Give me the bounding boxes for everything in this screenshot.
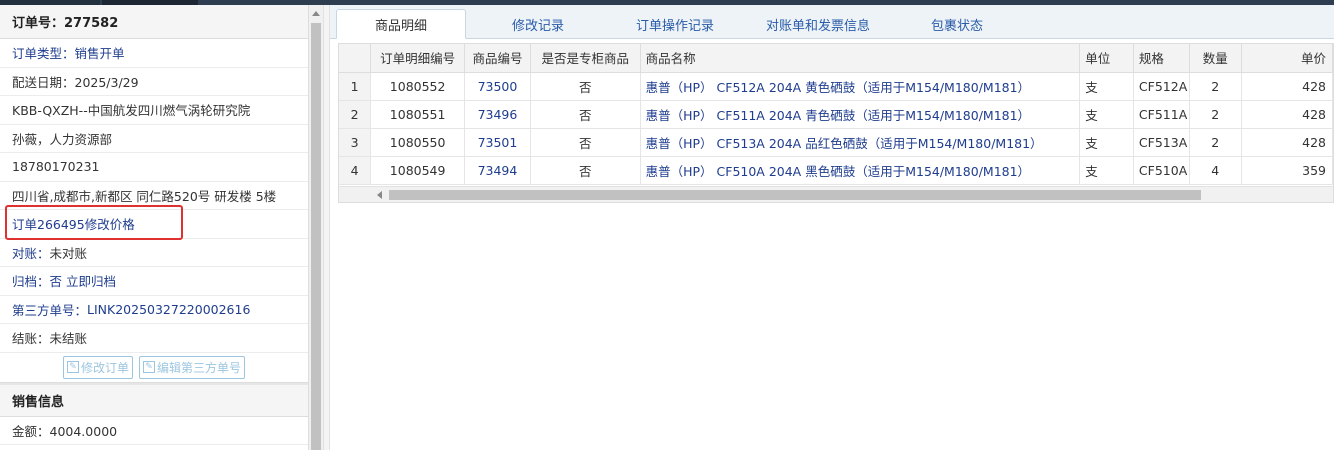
unit: 支 xyxy=(1079,128,1134,157)
quantity: 2 xyxy=(1189,128,1242,157)
quantity: 2 xyxy=(1189,72,1242,101)
sales-info-title: 销售信息 xyxy=(0,382,308,417)
third-party-label: 第三方单号： xyxy=(12,302,88,318)
order-action-buttons: ✎ 修改订单 ✎ 编辑第三方单号 xyxy=(0,353,308,383)
product-id-link[interactable]: 73501 xyxy=(464,128,531,157)
customer-contact: 孙薇，人力资源部 xyxy=(0,125,308,153)
scroll-thumb[interactable] xyxy=(311,23,321,450)
unit-price: 428 xyxy=(1241,128,1333,157)
third-party-value: LINK20250327220002616 xyxy=(87,301,251,317)
red-highlight-box xyxy=(5,205,183,240)
reconcile-status: 对账： 未对账 xyxy=(0,239,308,267)
counter-item: 否 xyxy=(530,156,641,185)
col-header-index xyxy=(339,44,372,73)
table-row[interactable]: 3 1080550 73501 否 惠普（HP） CF513A 204A 品红色… xyxy=(339,128,1333,157)
table-horizontal-scrollbar[interactable] xyxy=(339,186,1333,202)
detail-id: 1080550 xyxy=(370,128,466,157)
order-info-panel: 订单号：277582 订单类型：销售开单 配送日期：2025/3/29 KBB-… xyxy=(0,5,309,450)
tab-operation-log[interactable]: 订单操作记录 xyxy=(620,9,730,39)
row-index: 1 xyxy=(339,72,372,101)
col-header-spec[interactable]: 规格 xyxy=(1133,44,1190,73)
col-header-counter-item[interactable]: 是否是专柜商品 xyxy=(530,44,641,73)
quantity: 2 xyxy=(1189,100,1242,129)
unit-price: 428 xyxy=(1241,100,1333,129)
reconcile-label: 对账： xyxy=(12,245,50,261)
product-id-link[interactable]: 73500 xyxy=(464,72,531,101)
product-table: 订单明细编号 商品编号 是否是专柜商品 商品名称 单位 规格 数量 单价 1 1… xyxy=(338,43,1334,203)
tab-product-details[interactable]: 商品明细 xyxy=(336,9,466,39)
unit: 支 xyxy=(1079,156,1134,185)
product-name-link[interactable]: 惠普（HP） CF513A 204A 品红色硒鼓（适用于M154/M180/M1… xyxy=(640,128,1081,157)
col-header-detail-id[interactable]: 订单明细编号 xyxy=(370,44,466,73)
table-row[interactable]: 1 1080552 73500 否 惠普（HP） CF512A 204A 黄色硒… xyxy=(339,72,1333,101)
third-party-order: 第三方单号： LINK20250327220002616 xyxy=(0,296,308,324)
spec: CF510A xyxy=(1133,156,1190,185)
row-index: 4 xyxy=(339,156,372,185)
spec: CF512A xyxy=(1133,72,1190,101)
unit: 支 xyxy=(1079,100,1134,129)
order-type: 订单类型：销售开单 xyxy=(0,39,308,68)
tab-invoice-info[interactable]: 对账单和发票信息 xyxy=(748,9,888,39)
detail-id: 1080549 xyxy=(370,156,466,185)
col-header-product-name[interactable]: 商品名称 xyxy=(640,44,1081,73)
order-detail-panel: 商品明细 修改记录 订单操作记录 对账单和发票信息 包裹状态 订单明细编号 商品… xyxy=(330,5,1334,450)
customer-company: KBB-QXZH--中国航发四川燃气涡轮研究院 xyxy=(0,96,308,125)
unit: 支 xyxy=(1079,72,1134,101)
table-row[interactable]: 4 1080549 73494 否 惠普（HP） CF510A 204A 黑色硒… xyxy=(339,156,1333,185)
row-index: 3 xyxy=(339,128,372,157)
scroll-left-icon[interactable] xyxy=(377,191,382,199)
archive-label: 归档： xyxy=(12,274,50,290)
product-name-link[interactable]: 惠普（HP） CF511A 204A 青色硒鼓（适用于M154/M180/M18… xyxy=(640,100,1081,129)
edit-icon: ✎ xyxy=(143,361,155,373)
edit-order-label: 修改订单 xyxy=(80,360,129,375)
reconcile-value: 未对账 xyxy=(49,245,88,261)
archive-now-link[interactable]: 否 立即归档 xyxy=(50,271,116,290)
panel-splitter[interactable] xyxy=(323,5,330,450)
col-header-quantity[interactable]: 数量 xyxy=(1189,44,1242,73)
settle-status: 结账：未结账 xyxy=(0,324,308,353)
sales-amount: 金额：4004.0000 xyxy=(0,417,308,445)
order-number-title: 订单号：277582 xyxy=(0,5,308,39)
left-panel-scrollbar[interactable] xyxy=(309,5,323,450)
detail-tabs: 商品明细 修改记录 订单操作记录 对账单和发票信息 包裹状态 xyxy=(330,5,1334,39)
counter-item: 否 xyxy=(530,72,641,101)
table-row[interactable]: 2 1080551 73496 否 惠普（HP） CF511A 204A 青色硒… xyxy=(339,100,1333,129)
spec: CF513A xyxy=(1133,128,1190,157)
unit-price: 359 xyxy=(1241,156,1333,185)
tab-change-log[interactable]: 修改记录 xyxy=(490,9,586,39)
row-index: 2 xyxy=(339,100,372,129)
product-name-link[interactable]: 惠普（HP） CF510A 204A 黑色硒鼓（适用于M154/M180/M18… xyxy=(640,156,1081,185)
product-id-link[interactable]: 73494 xyxy=(464,156,531,185)
delivery-date: 配送日期：2025/3/29 xyxy=(0,68,308,96)
product-id-link[interactable]: 73496 xyxy=(464,100,531,129)
archive-status: 归档： 否 立即归档 xyxy=(0,267,308,296)
product-name-link[interactable]: 惠普（HP） CF512A 204A 黄色硒鼓（适用于M154/M180/M18… xyxy=(640,72,1081,101)
col-header-product-id[interactable]: 商品编号 xyxy=(464,44,531,73)
customer-phone: 18780170231 xyxy=(0,153,308,182)
unit-price: 428 xyxy=(1241,72,1333,101)
spec: CF511A xyxy=(1133,100,1190,129)
counter-item: 否 xyxy=(530,100,641,129)
table-header-row: 订单明细编号 商品编号 是否是专柜商品 商品名称 单位 规格 数量 单价 xyxy=(339,44,1333,73)
counter-item: 否 xyxy=(530,128,641,157)
scroll-thumb[interactable] xyxy=(389,190,1201,200)
col-header-unit[interactable]: 单位 xyxy=(1079,44,1134,73)
tab-package-status[interactable]: 包裹状态 xyxy=(910,9,1004,39)
edit-third-party-label: 编辑第三方单号 xyxy=(157,360,242,375)
edit-third-party-button[interactable]: ✎ 编辑第三方单号 xyxy=(139,355,246,379)
edit-icon: ✎ xyxy=(66,361,79,373)
quantity: 4 xyxy=(1189,156,1242,185)
col-header-unit-price[interactable]: 单价 xyxy=(1241,44,1333,73)
detail-id: 1080551 xyxy=(370,100,466,129)
scroll-up-icon[interactable] xyxy=(312,11,320,16)
edit-order-button[interactable]: ✎ 修改订单 xyxy=(62,355,133,379)
detail-id: 1080552 xyxy=(370,72,466,101)
